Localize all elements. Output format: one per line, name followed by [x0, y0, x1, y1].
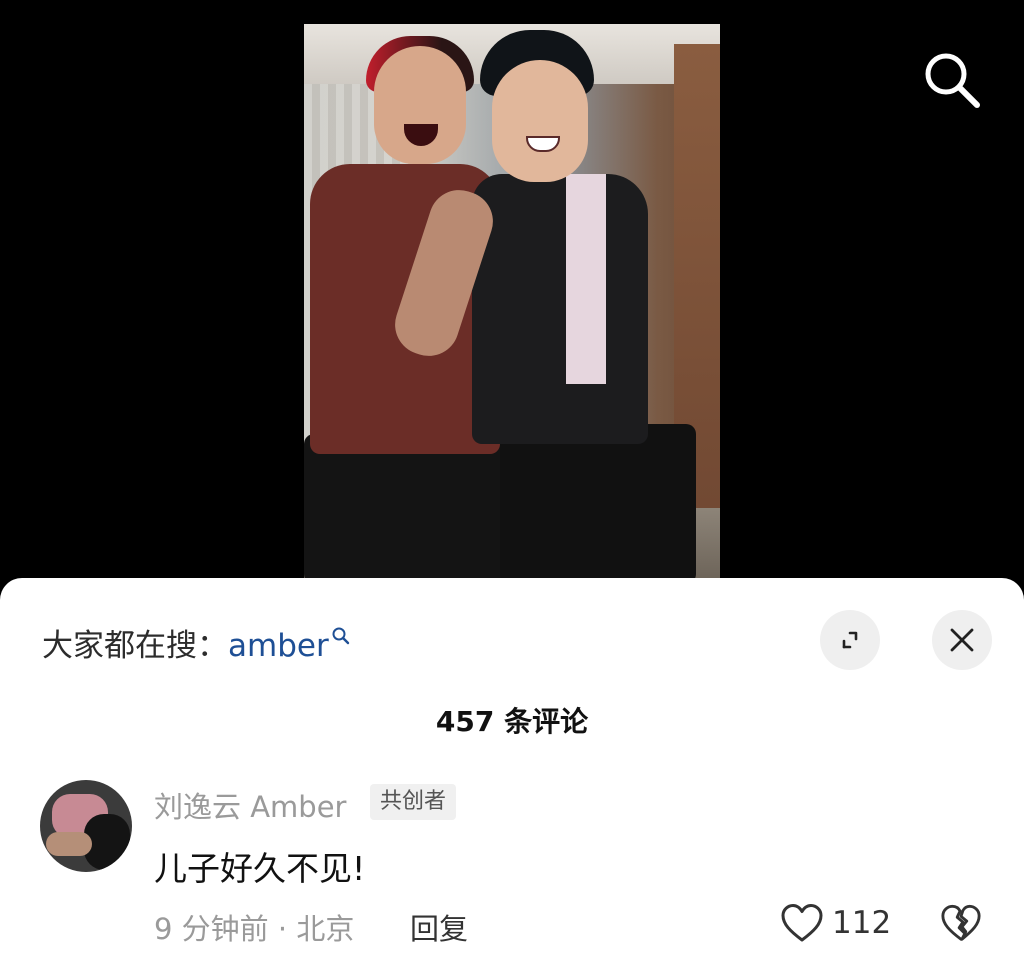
video-player[interactable]: [0, 0, 1024, 600]
heart-icon: [781, 904, 823, 942]
co-creator-badge: 共创者: [370, 784, 457, 820]
like-count: 112: [832, 905, 892, 941]
like-button[interactable]: 112: [780, 900, 891, 946]
search-icon: [925, 53, 980, 108]
comment-username[interactable]: 刘逸云 Amber: [154, 784, 346, 826]
search-icon: [332, 627, 349, 645]
trending-keyword[interactable]: amber: [228, 628, 329, 664]
dislike-button[interactable]: [940, 902, 982, 944]
close-icon: [950, 628, 974, 652]
expand-icon: [842, 631, 858, 649]
comment-count: 457 条评论: [435, 705, 589, 738]
broken-heart-icon: [941, 904, 981, 941]
search-button[interactable]: [920, 48, 984, 112]
avatar[interactable]: [40, 780, 132, 872]
comment-text: 儿子好久不见!: [154, 849, 366, 888]
comment-time-location: 9 分钟前 · 北京: [154, 912, 355, 946]
close-button[interactable]: [932, 610, 992, 670]
expand-button[interactable]: [820, 610, 880, 670]
video-frame: [304, 24, 720, 578]
reply-button[interactable]: 回复: [410, 906, 468, 948]
trending-search[interactable]: 大家都在搜：amber: [42, 620, 351, 665]
trending-prefix: 大家都在搜：: [42, 628, 228, 664]
